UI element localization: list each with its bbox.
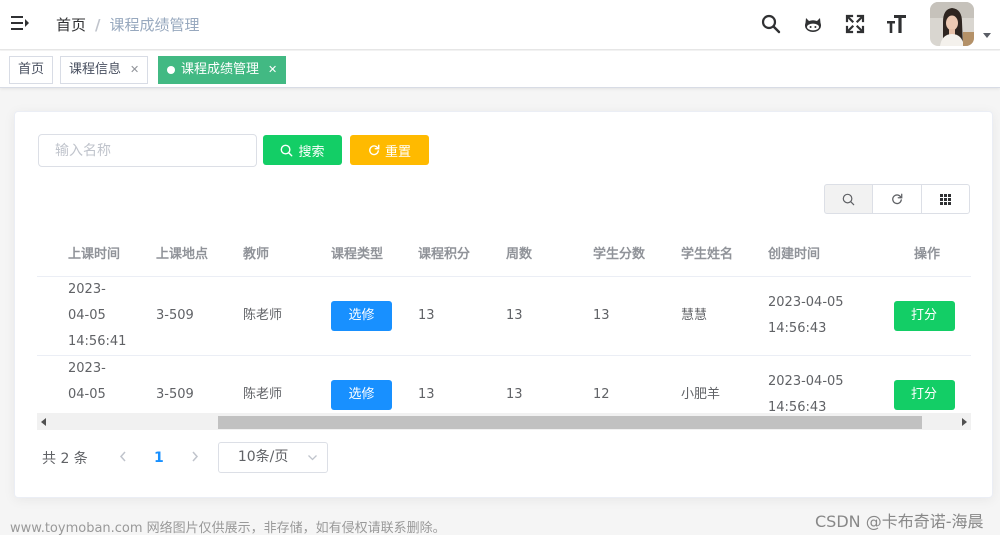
search-input[interactable] [38,134,257,167]
github-icon[interactable] [802,13,824,35]
page-size-select[interactable]: 10条/页 [217,442,328,473]
navbar: 首页 / 课程成绩管理 [0,0,1000,50]
page-number[interactable]: 1 [138,450,180,466]
cell-created: 2023-04-05 14:56:43 [737,276,853,356]
cell-weeks: 13 [475,276,562,356]
tag-label: 首页 [18,62,45,77]
search-button-label: 搜索 [298,144,325,160]
search-icon[interactable] [760,13,782,35]
column-header[interactable]: 教师 [212,230,300,277]
pagination-total: 共 2 条 [42,450,88,467]
font-size-icon[interactable] [885,13,907,35]
refresh-icon [369,144,380,156]
search-button[interactable]: 搜索 [263,135,342,165]
page-size-value: 10条/页 [237,449,289,465]
cell-score: 13 [562,276,650,356]
next-page-icon[interactable] [180,450,210,466]
reset-button-label: 重置 [384,144,411,160]
column-header[interactable]: 课程类型 [300,230,387,277]
author-credit: CSDN @卡布奇诺-海晨 [815,512,984,531]
breadcrumb: 首页 / 课程成绩管理 [56,14,200,35]
columns-button[interactable] [920,184,970,214]
column-header[interactable]: 周数 [475,230,562,277]
column-header[interactable]: 上课时间 [37,230,125,277]
refresh-button[interactable] [872,184,922,214]
breadcrumb-home[interactable]: 首页 [56,14,86,35]
search-icon [281,144,293,156]
grid-icon [939,193,951,205]
chevron-down-icon [307,455,317,461]
column-header[interactable]: 上课地点 [125,230,212,277]
main-card: 搜索 重置 [14,111,993,498]
column-header[interactable]: 创建时间 [737,230,853,277]
column-header[interactable]: 学生分数 [562,230,650,277]
tag-label: 课程成绩管理 [181,62,260,77]
fullscreen-icon[interactable] [844,13,866,35]
breadcrumb-separator: / [95,15,101,34]
horizontal-scrollbar[interactable] [37,413,971,430]
pagination: 共 2 条 1 10条/页 [42,442,328,473]
column-header[interactable]: 学生姓名 [650,230,737,277]
hamburger-menu-icon[interactable] [10,13,30,33]
tag-course-info[interactable]: 课程信息 ✕ [60,56,149,84]
scroll-left-icon[interactable] [41,418,46,426]
toggle-search-button[interactable] [824,184,874,214]
cell-student: 慧慧 [650,276,737,356]
tags-view: 首页 课程信息 ✕ 课程成绩管理 ✕ [0,51,1000,88]
avatar[interactable] [930,2,974,46]
tag-label: 课程信息 [69,62,122,77]
table-header-row: 上课时间 上课地点 教师 课程类型 课程积分 周数 学生分数 学生姓名 创建时间… [37,230,971,277]
cell-time: 2023-04-05 14:56:41 [37,276,126,356]
watermark-text: www.toymoban.com 网络图片仅供展示，非存储，如有侵权请联系删除。 [10,521,446,535]
column-header[interactable]: 课程积分 [387,230,475,277]
cell-type: 选修 [300,276,392,356]
tag-home[interactable]: 首页 [9,56,54,84]
column-header: 操作 [853,230,971,277]
cell-credit: 13 [387,276,475,356]
cell-action: 打分 [853,276,971,356]
table-row[interactable]: 2023-04-05 14:56:41 3-509 陈老师 选修 13 13 1… [37,276,971,356]
grade-button[interactable]: 打分 [893,379,955,410]
refresh-icon [892,193,903,205]
cell-teacher: 陈老师 [212,276,300,356]
reset-button[interactable]: 重置 [350,135,429,165]
prev-page-icon[interactable] [108,450,138,466]
grade-button[interactable]: 打分 [893,300,955,331]
avatar-dropdown-caret-icon[interactable] [983,33,991,38]
scrollbar-thumb[interactable] [218,416,922,429]
course-type-badge: 选修 [331,300,392,331]
search-icon [842,193,855,205]
course-type-badge: 选修 [331,379,392,410]
data-table: 上课时间 上课地点 教师 课程类型 课程积分 周数 学生分数 学生姓名 创建时间… [37,230,971,432]
close-icon[interactable]: ✕ [130,57,139,83]
breadcrumb-current: 课程成绩管理 [109,16,200,34]
table-toolbar [824,184,970,214]
scroll-right-icon[interactable] [962,418,967,426]
close-icon[interactable]: ✕ [268,57,277,83]
active-dot-icon [167,66,175,74]
cell-place: 3-509 [125,276,212,356]
tag-course-grade-management[interactable]: 课程成绩管理 ✕ [158,56,287,84]
